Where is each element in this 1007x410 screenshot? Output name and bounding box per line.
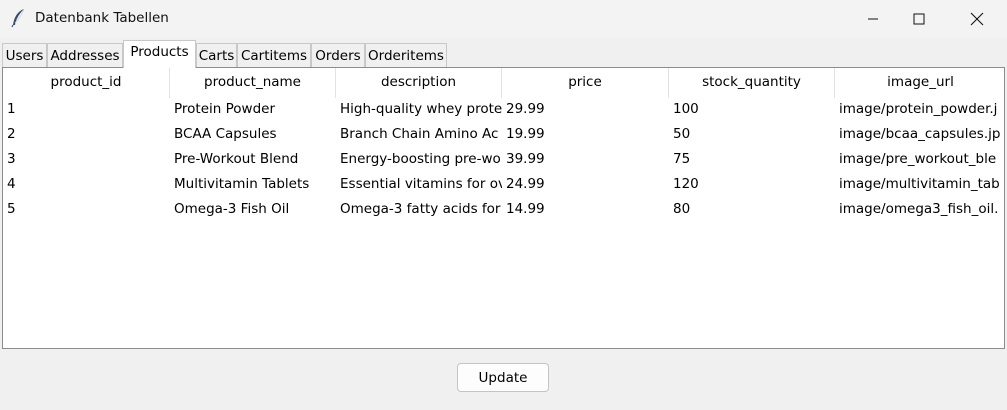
cell-price: 24.99 — [506, 176, 545, 192]
cell-description: Branch Chain Amino Ac — [340, 126, 499, 142]
table-row[interactable]: 3 Pre-Workout Blend Energy-boosting pre-… — [3, 148, 1004, 173]
cell-description: Essential vitamins for ov — [340, 176, 502, 192]
cell-price: 14.99 — [506, 201, 545, 217]
close-button[interactable] — [954, 0, 1000, 38]
column-header-image-url[interactable]: image_url — [835, 68, 1004, 98]
tab-products[interactable]: Products — [123, 40, 196, 68]
tab-orderitems[interactable]: Orderitems — [365, 43, 447, 68]
cell-description: High-quality whey prote — [340, 101, 502, 117]
cell-price: 19.99 — [506, 126, 545, 142]
cell-image-url: image/multivitamin_tab — [839, 176, 1000, 192]
cell-image-url: image/protein_powder.j — [839, 101, 998, 117]
cell-stock-quantity: 50 — [673, 126, 691, 142]
column-header-price[interactable]: price — [502, 68, 669, 98]
cell-product-id: 4 — [7, 176, 16, 192]
window-title: Datenbank Tabellen — [35, 10, 169, 26]
minimize-button[interactable] — [850, 0, 896, 38]
column-header-product-id[interactable]: product_id — [3, 68, 170, 98]
table-header: product_id product_name description pric… — [3, 68, 1004, 98]
tab-bar: Users Addresses Products Carts Cartitems… — [2, 40, 1005, 68]
cell-stock-quantity: 75 — [673, 151, 691, 167]
minimize-icon — [867, 13, 879, 25]
title-bar: Datenbank Tabellen — [0, 0, 1007, 38]
column-header-description[interactable]: description — [336, 68, 502, 98]
feather-icon — [10, 8, 28, 28]
cell-image-url: image/pre_workout_ble — [839, 151, 997, 167]
cell-price: 39.99 — [506, 151, 545, 167]
cell-image-url: image/bcaa_capsules.jp — [839, 126, 1001, 142]
cell-product-id: 1 — [7, 101, 16, 117]
column-header-stock-quantity[interactable]: stock_quantity — [669, 68, 835, 98]
cell-stock-quantity: 80 — [673, 201, 691, 217]
cell-stock-quantity: 120 — [673, 176, 699, 192]
cell-product-id: 5 — [7, 201, 16, 217]
cell-product-id: 2 — [7, 126, 16, 142]
tab-users[interactable]: Users — [2, 43, 47, 68]
maximize-button[interactable] — [896, 0, 942, 38]
cell-product-name: Protein Powder — [174, 101, 275, 117]
cell-product-name: Pre-Workout Blend — [174, 151, 299, 167]
table-row[interactable]: 2 BCAA Capsules Branch Chain Amino Ac 19… — [3, 123, 1004, 148]
table-row[interactable]: 5 Omega-3 Fish Oil Omega-3 fatty acids f… — [3, 198, 1004, 223]
cell-product-name: BCAA Capsules — [174, 126, 277, 142]
cell-description: Omega-3 fatty acids for — [340, 201, 501, 217]
cell-product-name: Multivitamin Tablets — [174, 176, 310, 192]
tab-orders[interactable]: Orders — [311, 43, 365, 68]
cell-product-name: Omega-3 Fish Oil — [174, 201, 290, 217]
close-icon — [970, 12, 984, 26]
cell-product-id: 3 — [7, 151, 16, 167]
cell-image-url: image/omega3_fish_oil. — [839, 201, 999, 217]
tab-addresses[interactable]: Addresses — [47, 43, 123, 68]
update-button[interactable]: Update — [457, 363, 549, 392]
maximize-icon — [913, 13, 925, 25]
cell-description: Energy-boosting pre-wo — [340, 151, 501, 167]
table-row[interactable]: 1 Protein Powder High-quality whey prote… — [3, 98, 1004, 123]
cell-price: 29.99 — [506, 101, 545, 117]
cell-stock-quantity: 100 — [673, 101, 699, 117]
table-row[interactable]: 4 Multivitamin Tablets Essential vitamin… — [3, 173, 1004, 198]
column-header-product-name[interactable]: product_name — [170, 68, 336, 98]
products-table[interactable]: product_id product_name description pric… — [2, 67, 1005, 349]
tab-cartitems[interactable]: Cartitems — [237, 43, 311, 68]
tab-carts[interactable]: Carts — [196, 43, 237, 68]
